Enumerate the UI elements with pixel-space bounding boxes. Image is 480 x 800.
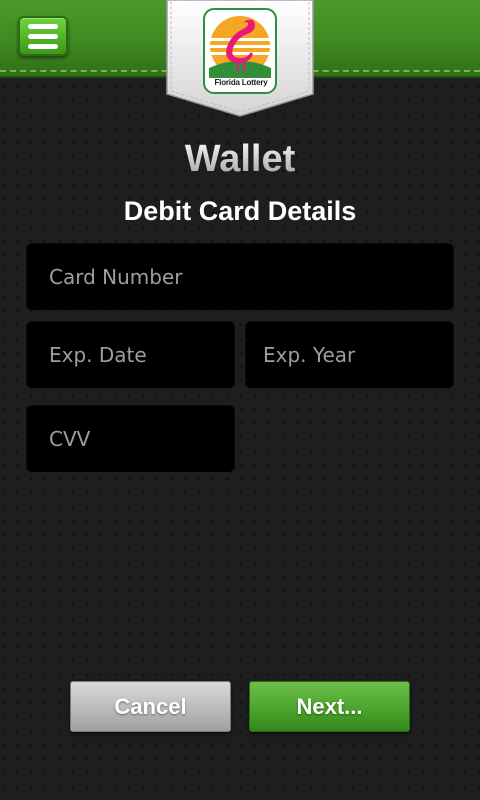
- section-title: Debit Card Details: [123, 196, 357, 226]
- card-number-input[interactable]: [27, 244, 453, 310]
- page-title: Wallet: [0, 138, 480, 181]
- menu-button[interactable]: [18, 16, 68, 56]
- hamburger-menu-icon-bar: [28, 33, 58, 39]
- logo-badge: Florida Lottery: [165, 0, 315, 118]
- logo-text: Florida Lottery: [214, 78, 268, 87]
- next-button[interactable]: Next...: [249, 681, 410, 732]
- cancel-button[interactable]: Cancel: [70, 681, 231, 732]
- cvv-input[interactable]: [27, 406, 234, 472]
- exp-year-field[interactable]: [246, 322, 453, 388]
- exp-year-input[interactable]: [246, 322, 453, 388]
- card-number-field[interactable]: [27, 244, 453, 310]
- exp-date-field[interactable]: [27, 322, 234, 388]
- cvv-field[interactable]: [27, 406, 234, 472]
- hamburger-menu-icon-bar: [28, 43, 58, 49]
- hamburger-menu-icon: [28, 23, 58, 29]
- exp-date-input[interactable]: [27, 322, 234, 388]
